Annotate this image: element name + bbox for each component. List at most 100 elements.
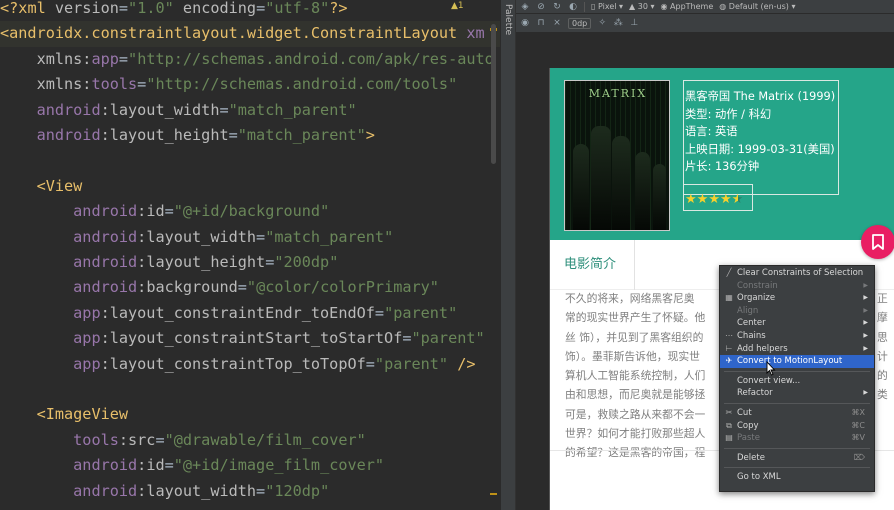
code-line[interactable]: android:layout_width="match_parent" [0, 98, 500, 123]
menu-item-label: Paste [737, 433, 760, 444]
submenu-arrow-icon: ▶ [863, 389, 868, 397]
menu-item-add-helpers[interactable]: ⊢ Add helpers ▶ [720, 343, 874, 356]
palette-label[interactable]: Palette [503, 4, 513, 35]
magnet-icon[interactable]: ⊓ [536, 18, 546, 28]
code-line[interactable]: app:layout_constraintTop_toTopOf="parent… [0, 352, 500, 377]
orientation-icon[interactable]: ↻ [552, 2, 562, 12]
code-token: <? [0, 0, 19, 17]
code-line[interactable]: <?xml version="1.0" encoding="utf-8"?> [0, 0, 500, 21]
code-token: "1.0" [128, 0, 174, 17]
pack-icon[interactable]: ⁂ [613, 18, 623, 28]
code-line[interactable]: <ImageView [0, 402, 500, 427]
film-cover-image[interactable]: MATRIX [564, 80, 670, 231]
menu-item-copy[interactable]: ⧉ Copy ⌘C [720, 420, 874, 433]
warning-indicator[interactable]: ▲1 [451, 1, 464, 11]
poster-figure [591, 126, 611, 230]
device-selector[interactable]: ▯ Pixel ▾ [591, 2, 623, 11]
code-line[interactable]: xmlns:app="http://schemas.android.com/ap… [0, 47, 500, 72]
menu-item-center[interactable]: Center ▶ [720, 317, 874, 330]
menu-item-label: Center [737, 318, 766, 329]
menu-item-delete[interactable]: Delete ⌦ [720, 452, 874, 465]
default-margin-field[interactable]: 0dp [568, 17, 592, 29]
blueprint-icon[interactable]: ⊘ [536, 2, 546, 12]
code-token: app [91, 49, 119, 68]
rating-bar[interactable]: ★★★★★ [683, 184, 753, 211]
bookmark-fab[interactable] [861, 225, 894, 259]
code-token: :layout_width [100, 100, 220, 119]
eye-icon[interactable]: ◉ [520, 18, 530, 28]
code-line[interactable]: android:layout_height="200dp" [0, 250, 500, 275]
code-line[interactable] [0, 148, 500, 173]
palette-panel-tab[interactable] [500, 0, 516, 510]
code-token: tools [73, 430, 119, 449]
code-line[interactable]: android:id="@+id/image_film_cover" [0, 453, 500, 478]
clear-constraints-icon[interactable]: ⨯ [552, 18, 562, 28]
code-line[interactable]: app:layout_constraintEndr_toEndOf="paren… [0, 301, 500, 326]
menu-item-label: Convert to MotionLayout [737, 356, 843, 367]
menu-item-clear-constraints-of-selection[interactable]: ╱ Clear Constraints of Selection [720, 267, 874, 280]
code-token: = [374, 303, 385, 322]
code-line[interactable]: <androidx.constraintlayout.widget.Constr… [0, 21, 500, 48]
code-token: :layout_height [100, 126, 229, 144]
locale-selector[interactable]: ◍ Default (en-us) ▾ [719, 2, 795, 11]
code-line[interactable]: tools:src="@drawable/film_cover" [0, 428, 500, 453]
code-line[interactable] [0, 377, 500, 402]
code-line[interactable]: android:id="@+id/background" [0, 199, 500, 224]
code-token: android [36, 126, 101, 144]
menu-item-go-to-xml[interactable]: Go to XML [720, 471, 874, 484]
align-icon[interactable]: ⊥ [629, 18, 639, 28]
menu-item-convert-view[interactable]: Convert view... [720, 375, 874, 388]
menu-item-convert-to-motionlayout[interactable]: ✈ Convert to MotionLayout [720, 355, 874, 368]
menu-shortcut: ⌘X [851, 408, 865, 417]
code-token: android [73, 481, 138, 500]
film-genre: 类型: 动作 / 科幻 [685, 107, 772, 121]
warning-marker-bottom[interactable] [490, 493, 497, 495]
poster-figure [653, 164, 666, 230]
code-token: ?> [329, 0, 348, 17]
code-token: = [237, 278, 247, 297]
code-token: = [219, 100, 229, 119]
api-level-selector[interactable]: ▲ 30 ▾ [629, 2, 654, 11]
chains-icon: ⋯ [725, 331, 733, 340]
editor-scrollbar[interactable] [491, 24, 496, 164]
menu-shortcut: ⌦ [853, 452, 865, 462]
menu-item-constrain[interactable]: Constrain ▶ [720, 280, 874, 293]
code-line[interactable]: android:background="@color/colorPrimary" [0, 275, 500, 300]
menu-item-paste[interactable]: ▤ Paste ⌘V [720, 432, 874, 445]
code-line[interactable]: android:layout_width="120dp" [0, 479, 500, 504]
menu-item-refactor[interactable]: Refactor ▶ [720, 387, 874, 400]
menu-item-label: Chains [737, 331, 766, 341]
theme-selector[interactable]: ◉ AppTheme [660, 2, 713, 11]
infer-constraints-icon[interactable]: ✧ [597, 18, 607, 28]
submenu-arrow-icon: ▶ [863, 319, 868, 327]
code-token: "120dp" [265, 481, 330, 500]
desc-edge-char: 的 [877, 369, 888, 383]
code-line[interactable]: app:layout_constraintStart_toStartOf="pa… [0, 326, 500, 351]
menu-item-chains[interactable]: ⋯ Chains ▶ [720, 330, 874, 343]
menu-shortcut: ⌘V [851, 433, 865, 443]
code-token: :background [137, 278, 238, 297]
menu-item-label: Refactor [737, 388, 773, 399]
code-line[interactable]: xmlns:tools="http://schemas.android.com/… [0, 72, 500, 97]
submenu-arrow-icon: ▶ [863, 306, 868, 314]
code-token: "match_parent" [228, 100, 357, 119]
half-star-icon: ★ [731, 192, 744, 207]
night-mode-icon[interactable]: ◐ [568, 2, 578, 12]
star-icon: ★ [696, 192, 709, 207]
code-line[interactable]: android:layout_width="match_parent" [0, 225, 500, 250]
menu-item-organize[interactable]: ▦ Organize ▶ [720, 292, 874, 305]
menu-item-cut[interactable]: ✂ Cut ⌘X [720, 407, 874, 420]
menu-item-align[interactable]: Align ▶ [720, 305, 874, 318]
code-token: = [164, 202, 174, 221]
film-info-textview[interactable]: 黑客帝国 The Matrix (1999) 类型: 动作 / 科幻 语言: 英… [683, 80, 839, 195]
tab-intro[interactable]: 电影简介 [550, 240, 635, 290]
code-line[interactable]: android:layout_height="match_parent"> [0, 123, 500, 148]
layers-icon[interactable]: ◈ [520, 2, 530, 12]
xml-code-editor[interactable]: <?xml version="1.0" encoding="utf-8"?> <a… [0, 0, 500, 510]
code-line[interactable]: <View [0, 174, 500, 199]
menu-separator [724, 467, 870, 469]
